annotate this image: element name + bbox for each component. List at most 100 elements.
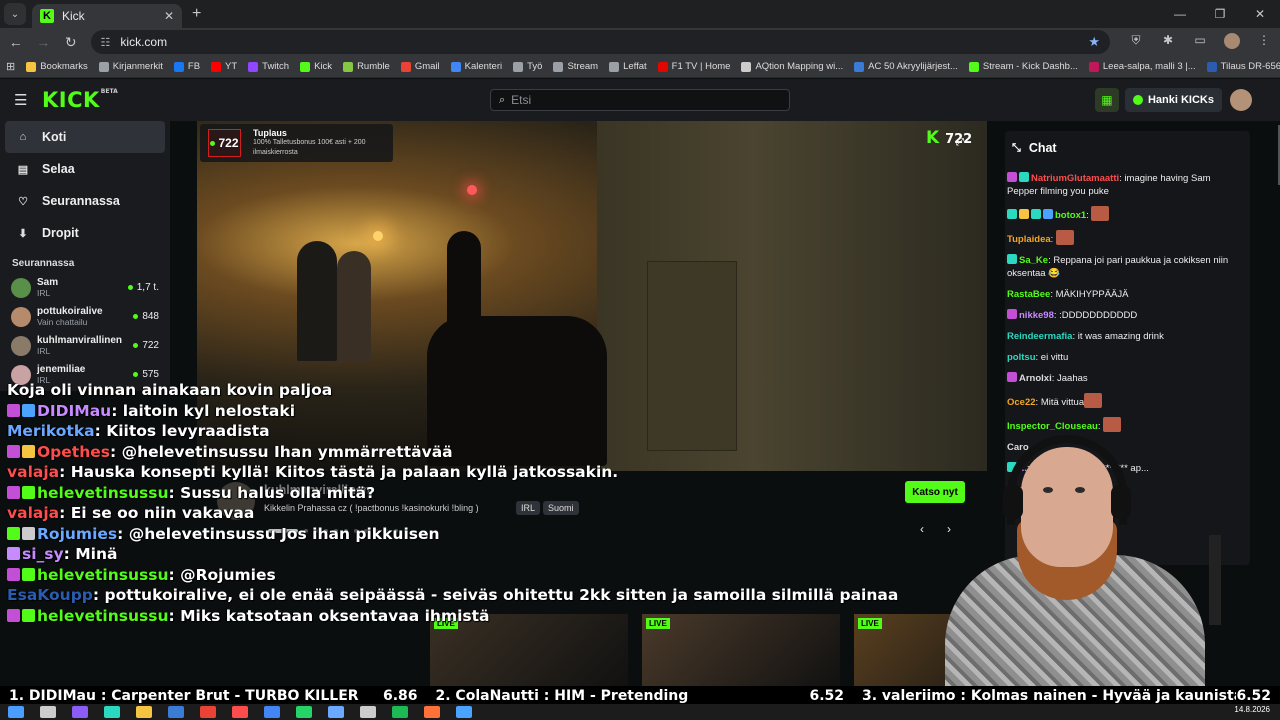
back-icon[interactable]: ← xyxy=(4,34,28,50)
taskbar-app-icon[interactable] xyxy=(104,706,120,718)
bookmark-item[interactable]: Stream - Kick Dashb... xyxy=(968,61,1078,72)
menu-icon[interactable]: ☰ xyxy=(14,91,28,109)
bookmark-item[interactable]: AC 50 Akryylijärjest... xyxy=(854,61,958,72)
user-avatar[interactable] xyxy=(1230,89,1252,111)
tab-search-icon[interactable]: ⌄ xyxy=(4,3,26,25)
more-menu-icon[interactable]: ⋮ xyxy=(1248,33,1280,52)
chat-title: Chat xyxy=(1028,141,1057,155)
sidebar-item-dropit[interactable]: ⬇ Dropit xyxy=(0,217,170,249)
profile-avatar[interactable] xyxy=(1216,32,1248,52)
taskbar-app-icon[interactable] xyxy=(200,706,216,718)
reload-icon[interactable]: ↻ xyxy=(59,34,83,51)
bookmark-star-icon[interactable]: ★ xyxy=(1088,34,1100,50)
bookmark-item[interactable]: Tilaus DR-6565 – D... xyxy=(1206,61,1280,72)
restore-icon[interactable]: ❐ xyxy=(1200,7,1240,21)
chat-username[interactable]: nikke98 xyxy=(1019,310,1054,321)
theatre-mode-icon[interactable]: ⤢ xyxy=(956,137,968,149)
followed-channel[interactable]: pottukoiralive Vain chattailu 848 xyxy=(0,302,170,331)
taskbar-app-icon[interactable] xyxy=(296,706,312,718)
cast-icon[interactable]: ▭ xyxy=(1184,33,1216,52)
forward-icon[interactable]: → xyxy=(32,34,56,50)
chat-badge-icon xyxy=(1007,254,1017,264)
bookmark-item[interactable]: AQtion Mapping wi... xyxy=(741,61,843,72)
viewer-count-value: 575 xyxy=(142,369,159,380)
chat-text: :DDDDDDDDDDD xyxy=(1059,310,1138,321)
overlay-text: : Miks katsotaan oksentavaa ihmistä xyxy=(168,606,490,625)
taskbar-app-icon[interactable] xyxy=(456,706,472,718)
bookmark-item[interactable]: Kirjanmerkit xyxy=(98,61,163,72)
bookmark-label: Leea-salpa, malli 3 |... xyxy=(1102,61,1196,72)
bookmark-item[interactable]: Leffat xyxy=(609,61,647,72)
chat-collapse-icon[interactable]: ⤡ xyxy=(1012,142,1021,155)
sidebar-item-label: Koti xyxy=(42,130,67,144)
bookmark-icon xyxy=(343,61,354,72)
overlay-chat-line: Rojumies: @helevetinsussu Jos ihan pikku… xyxy=(7,524,440,545)
kick-logo[interactable]: KICKBETA xyxy=(42,88,118,112)
close-window-icon[interactable]: ✕ xyxy=(1240,7,1280,21)
bookmark-item[interactable]: Leea-salpa, malli 3 |... xyxy=(1088,61,1196,72)
carousel-prev-icon[interactable]: ‹ xyxy=(920,522,924,536)
shield-extension-icon[interactable]: ⛨ xyxy=(1120,33,1152,52)
viewer-count: 575 xyxy=(133,369,159,380)
chat-message: Sa_Ke: Reppana joi pari paukkua ja cokik… xyxy=(1007,254,1242,280)
chat-header: ⤡ Chat xyxy=(1005,135,1240,161)
taskbar-app-icon[interactable] xyxy=(360,706,376,718)
taskbar-app-icon[interactable] xyxy=(136,706,152,718)
taskbar-app-icon[interactable] xyxy=(328,706,344,718)
stream-thumbnail[interactable]: LIVE xyxy=(642,614,840,686)
taskbar-app-icon[interactable] xyxy=(232,706,248,718)
new-tab-icon[interactable]: + xyxy=(192,5,201,23)
chat-username[interactable]: Sa_Ke xyxy=(1019,255,1048,266)
carousel-tag[interactable]: IRL xyxy=(516,501,541,515)
bookmark-item[interactable]: Työ xyxy=(513,61,542,72)
taskbar-app-icon[interactable] xyxy=(392,706,408,718)
sponsor-banner[interactable]: 722 Tuplaus 100% Talletusbonus 100€ asti… xyxy=(200,124,393,162)
taskbar-app-icon[interactable] xyxy=(264,706,280,718)
minimize-icon[interactable]: — xyxy=(1160,7,1200,21)
taskbar-app-icon[interactable] xyxy=(8,706,24,718)
chat-username[interactable]: poltsu xyxy=(1007,352,1036,363)
bookmark-item[interactable]: YT xyxy=(211,61,237,72)
chat-username[interactable]: Tuplaidea xyxy=(1007,234,1051,245)
bookmark-item[interactable]: Gmail xyxy=(400,61,440,72)
carousel-tag[interactable]: Suomi xyxy=(543,501,579,515)
chat-username[interactable]: botox1 xyxy=(1055,210,1086,221)
bookmark-item[interactable]: F1 TV | Home xyxy=(657,61,730,72)
bookmark-item[interactable]: Twitch xyxy=(248,61,289,72)
bookmark-item[interactable]: Rumble xyxy=(343,61,390,72)
tab-close-icon[interactable]: ✕ xyxy=(164,9,174,23)
chat-username[interactable]: RastaBee xyxy=(1007,289,1050,300)
browser-toolbar: ← → ↻ ☷ kick.com ★ ⛨ ✱ ▭ ⋮ xyxy=(0,28,1280,56)
browser-tab[interactable]: K Kick ✕ xyxy=(32,4,182,28)
overlay-username: si_sy xyxy=(22,545,64,563)
sidebar-item-seurannassa[interactable]: ♡ Seurannassa xyxy=(0,185,170,217)
bookmark-item[interactable]: FB xyxy=(173,61,200,72)
extensions-icon[interactable]: ✱ xyxy=(1152,33,1184,52)
followed-channel[interactable]: kuhlmanvirallinen IRL 722 xyxy=(0,331,170,360)
bookmark-item[interactable]: Stream xyxy=(553,61,598,72)
sidebar-item-label: Selaa xyxy=(42,162,75,176)
live-dot-icon xyxy=(133,314,139,319)
bookmark-item[interactable]: Kick xyxy=(300,61,332,72)
chat-username[interactable]: Oce22 xyxy=(1007,397,1036,408)
chat-text: ei vittu xyxy=(1040,352,1069,363)
chat-username[interactable]: Arnolxi xyxy=(1019,373,1052,384)
sidebar-item-selaa[interactable]: ▤ Selaa xyxy=(0,153,170,185)
bookmark-item[interactable]: Kalenteri xyxy=(450,61,502,72)
rewards-icon[interactable]: ▦ xyxy=(1094,88,1119,112)
taskbar-app-icon[interactable] xyxy=(40,706,56,718)
get-kicks-button[interactable]: Hanki KICKs xyxy=(1124,88,1222,112)
taskbar-app-icon[interactable] xyxy=(72,706,88,718)
chat-username[interactable]: NatriumGlutamaatti xyxy=(1031,173,1119,184)
bookmark-item[interactable]: Bookmarks xyxy=(26,61,88,72)
taskbar-app-icon[interactable] xyxy=(168,706,184,718)
address-bar[interactable]: ☷ kick.com ★ xyxy=(90,30,1110,54)
overlay-chat-line: helevetinsussu: Sussu halus olla mitä? xyxy=(7,483,437,504)
sidebar-item-koti[interactable]: ⌂ Koti xyxy=(5,121,165,153)
followed-channel[interactable]: Sam IRL 1,7 t. xyxy=(0,273,170,302)
taskbar-app-icon[interactable] xyxy=(424,706,440,718)
search-input[interactable]: ⌕ Etsi xyxy=(490,89,790,111)
chat-username[interactable]: Reindeermafia xyxy=(1007,331,1072,342)
apps-grid-icon[interactable]: ⊞ xyxy=(6,60,15,73)
site-info-icon[interactable]: ☷ xyxy=(101,36,111,49)
